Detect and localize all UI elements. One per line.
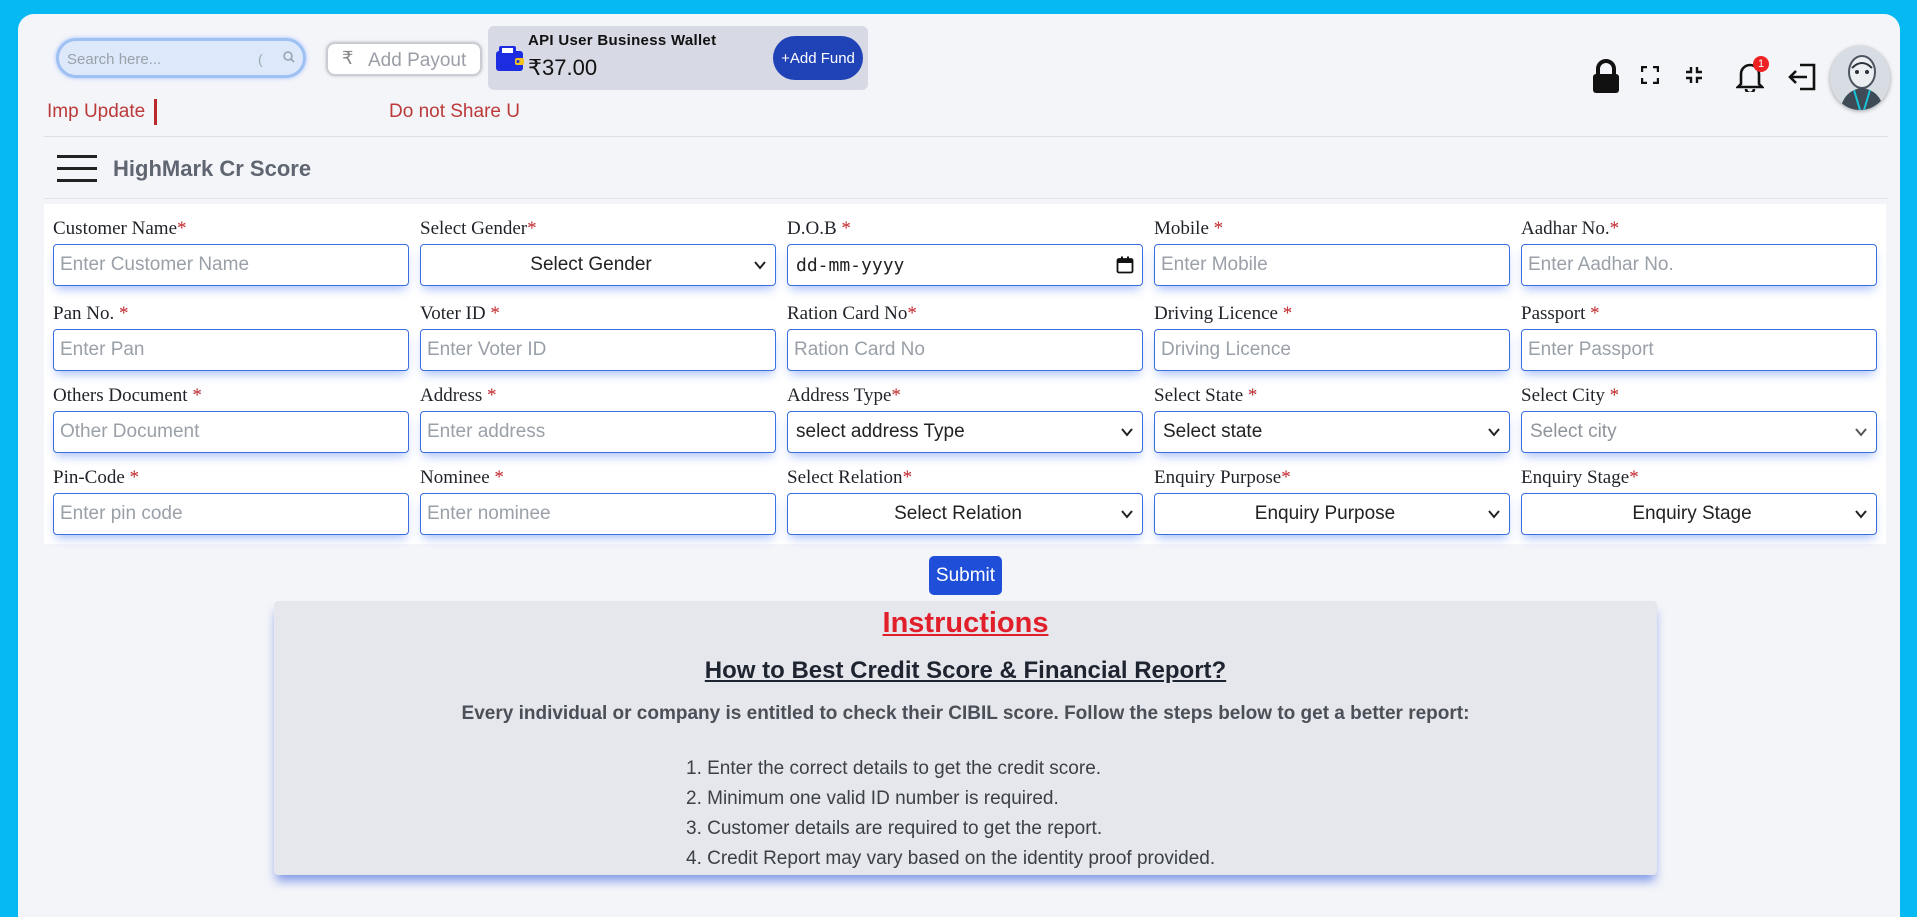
fullscreen-icon[interactable] — [1639, 64, 1661, 86]
ration-card-label: Ration Card No* — [787, 303, 917, 324]
passport-label: Passport * — [1521, 303, 1600, 324]
relation-label: Select Relation* — [787, 467, 913, 488]
add-payout-button[interactable]: ₹ Add Payout — [326, 42, 482, 76]
state-select[interactable]: Select state — [1154, 411, 1510, 453]
relation-select[interactable]: Select Relation — [787, 493, 1143, 535]
ration-card-input[interactable] — [787, 329, 1143, 371]
address-type-label: Address Type* — [787, 385, 901, 406]
instruction-step: 2. Minimum one valid ID number is requir… — [686, 788, 1059, 809]
chevron-down-icon — [754, 261, 766, 270]
address-type-select[interactable]: select address Type — [787, 411, 1143, 453]
wallet-icon — [496, 46, 524, 71]
customer-name-input[interactable] — [53, 244, 409, 286]
nominee-label: Nominee * — [420, 467, 504, 488]
address-input[interactable] — [420, 411, 776, 453]
chevron-down-icon — [1121, 510, 1133, 519]
driving-licence-label: Driving Licence * — [1154, 303, 1293, 324]
dob-date-input[interactable]: dd-mm-yyyy — [787, 244, 1143, 286]
instructions-subheading: How to Best Credit Score & Financial Rep… — [704, 657, 1227, 684]
mobile-label: Mobile * — [1154, 218, 1224, 239]
instructions-steps: 1. Enter the correct details to get the … — [686, 754, 1215, 874]
wallet-panel: API User Business Wallet ₹37.00 +Add Fun… — [488, 26, 868, 90]
enquiry-stage-select[interactable]: Enquiry Stage — [1521, 493, 1877, 535]
exit-fullscreen-icon[interactable] — [1683, 64, 1705, 86]
voter-id-label: Voter ID * — [420, 303, 500, 324]
chevron-down-icon — [1855, 510, 1867, 519]
chevron-down-icon — [1121, 428, 1133, 437]
instructions-heading: Instructions — [882, 607, 1049, 639]
logout-icon[interactable] — [1787, 62, 1817, 92]
search-box[interactable]: ( — [56, 38, 306, 78]
hamburger-menu-icon[interactable] — [57, 154, 97, 184]
calendar-icon[interactable] — [1116, 256, 1134, 274]
driving-licence-input[interactable] — [1154, 329, 1510, 371]
gender-select[interactable]: Select Gender — [420, 244, 776, 286]
search-separator: ( — [258, 51, 263, 67]
search-input[interactable] — [67, 47, 247, 71]
instruction-step: 1. Enter the correct details to get the … — [686, 758, 1102, 779]
ticker-divider — [154, 99, 157, 125]
passport-input[interactable] — [1521, 329, 1877, 371]
state-label: Select State * — [1154, 385, 1258, 406]
others-document-input[interactable] — [53, 411, 409, 453]
enquiry-purpose-label: Enquiry Purpose* — [1154, 467, 1291, 488]
ticker-imp-update: Imp Update — [47, 101, 146, 122]
ticker-notice: Do not Share U — [389, 101, 520, 122]
pan-input[interactable] — [53, 329, 409, 371]
aadhar-label: Aadhar No.* — [1521, 218, 1620, 239]
pincode-label: Pin-Code * — [53, 467, 140, 488]
aadhar-input[interactable] — [1521, 244, 1877, 286]
city-label: Select City * — [1521, 385, 1620, 406]
customer-name-label: Customer Name* — [53, 218, 187, 239]
chevron-down-icon — [1855, 428, 1867, 437]
heading-divider — [44, 198, 1888, 199]
avatar[interactable] — [1830, 46, 1890, 110]
wallet-balance: ₹37.00 — [528, 55, 598, 80]
chevron-down-icon — [1488, 428, 1500, 437]
enquiry-stage-label: Enquiry Stage* — [1521, 467, 1639, 488]
instruction-step: 3. Customer details are required to get … — [686, 818, 1103, 839]
wallet-title: API User Business Wallet — [528, 32, 717, 49]
pincode-input[interactable] — [53, 493, 409, 535]
city-select[interactable]: Select city — [1521, 411, 1877, 453]
topbar-divider — [44, 136, 1888, 137]
voter-id-input[interactable] — [420, 329, 776, 371]
lock-icon[interactable] — [1588, 58, 1624, 96]
instructions-panel: Instructions How to Best Credit Score & … — [274, 601, 1657, 875]
gender-label: Select Gender* — [420, 218, 537, 239]
address-label: Address * — [420, 385, 497, 406]
notification-badge: 1 — [1753, 56, 1769, 72]
add-payout-label: Add Payout — [368, 50, 467, 71]
mobile-input[interactable] — [1154, 244, 1510, 286]
add-fund-button[interactable]: +Add Fund — [773, 36, 863, 80]
dob-label: D.O.B * — [787, 218, 851, 239]
pan-label: Pan No. * — [53, 303, 129, 324]
nominee-input[interactable] — [420, 493, 776, 535]
instruction-step: 4. Credit Report may vary based on the i… — [686, 848, 1216, 869]
search-icon[interactable] — [279, 47, 299, 67]
submit-button[interactable]: Submit — [929, 556, 1002, 595]
page-title: HighMark Cr Score — [113, 156, 312, 181]
enquiry-purpose-select[interactable]: Enquiry Purpose — [1154, 493, 1510, 535]
chevron-down-icon — [1488, 510, 1500, 519]
rupee-icon: ₹ — [342, 48, 354, 68]
others-document-label: Others Document * — [53, 385, 202, 406]
instructions-lead: Every individual or company is entitled … — [461, 703, 1470, 724]
